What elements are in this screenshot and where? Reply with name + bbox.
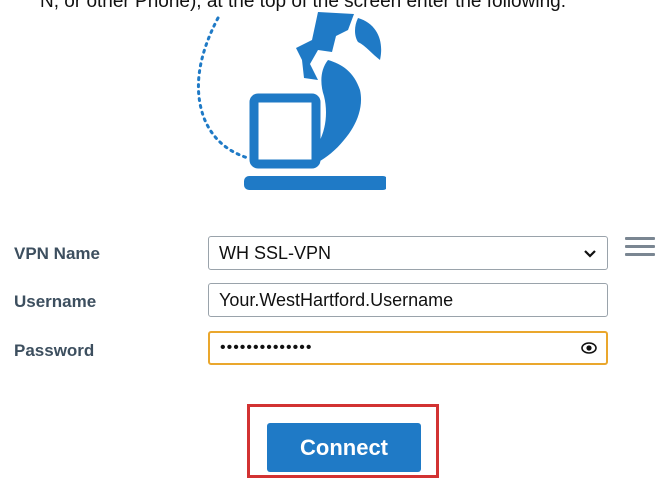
- vpn-name-select[interactable]: WH SSL-VPN: [208, 236, 608, 270]
- username-label: Username: [14, 292, 97, 311]
- eye-icon[interactable]: [572, 342, 606, 354]
- vpn-name-label: VPN Name: [14, 244, 100, 263]
- username-value: Your.WestHartford.Username: [219, 289, 454, 310]
- connect-button[interactable]: Connect: [267, 423, 421, 472]
- password-label: Password: [14, 341, 95, 360]
- vpn-name-value: WH SSL-VPN: [219, 242, 332, 263]
- laptop-icon: [244, 93, 386, 190]
- password-value: ••••••••••••••: [220, 339, 313, 356]
- menu-icon[interactable]: [625, 237, 655, 261]
- password-input[interactable]: ••••••••••••••: [208, 331, 608, 365]
- chevron-down-icon: [573, 246, 607, 261]
- globe-laptop-illustration: [196, 12, 386, 190]
- username-input[interactable]: Your.WestHartford.Username: [208, 283, 608, 317]
